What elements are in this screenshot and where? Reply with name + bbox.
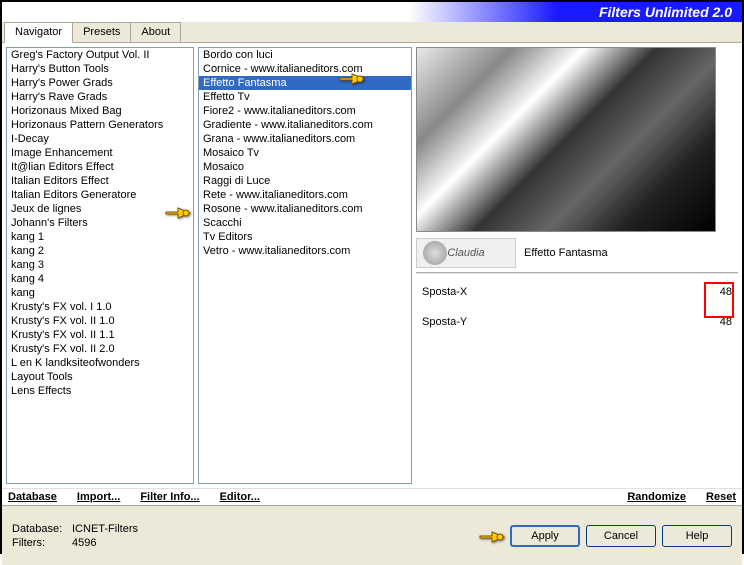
filter-item[interactable]: Rosone - www.italianeditors.com (199, 202, 411, 216)
filter-item[interactable]: Scacchi (199, 216, 411, 230)
filter-item[interactable]: Tv Editors (199, 230, 411, 244)
tab-about[interactable]: About (130, 22, 181, 42)
category-item[interactable]: Layout Tools (7, 370, 193, 384)
slider-spostax[interactable] (416, 300, 738, 314)
category-item[interactable]: I-Decay (7, 132, 193, 146)
category-item[interactable]: It@lian Editors Effect (7, 160, 193, 174)
filter-item[interactable]: Fiore2 - www.italianeditors.com (199, 104, 411, 118)
reset-button[interactable]: Reset (706, 491, 736, 503)
filters-count-value: 4596 (72, 537, 96, 549)
filter-item[interactable]: Raggi di Luce (199, 174, 411, 188)
title-bar: Filters Unlimited 2.0 (2, 2, 742, 22)
filter-item[interactable]: Rete - www.italianeditors.com (199, 188, 411, 202)
apply-button[interactable]: Apply (510, 525, 580, 547)
tab-navigator[interactable]: Navigator (4, 22, 73, 43)
category-item[interactable]: Lens Effects (7, 384, 193, 398)
main-content: Greg's Factory Output Vol. IIHarry's But… (2, 43, 742, 488)
category-item[interactable]: Krusty's FX vol. II 1.0 (7, 314, 193, 328)
current-filter-name: Effetto Fantasma (524, 247, 738, 259)
category-item[interactable]: Harry's Button Tools (7, 62, 193, 76)
category-item[interactable]: Horizonaus Mixed Bag (7, 104, 193, 118)
category-item[interactable]: Krusty's FX vol. I 1.0 (7, 300, 193, 314)
database-button[interactable]: Database (8, 491, 57, 503)
filter-item[interactable]: Cornice - www.italianeditors.com (199, 62, 411, 76)
param-label-spostay: Sposta-Y (422, 316, 467, 328)
filter-item[interactable]: Grana - www.italianeditors.com (199, 132, 411, 146)
category-item[interactable]: Krusty's FX vol. II 1.1 (7, 328, 193, 342)
filterinfo-button[interactable]: Filter Info... (140, 491, 199, 503)
category-item[interactable]: kang 4 (7, 272, 193, 286)
category-item[interactable]: Harry's Rave Grads (7, 90, 193, 104)
filter-item[interactable]: Gradiente - www.italianeditors.com (199, 118, 411, 132)
category-item[interactable]: kang (7, 286, 193, 300)
category-item[interactable]: Image Enhancement (7, 146, 193, 160)
category-item[interactable]: Italian Editors Effect (7, 174, 193, 188)
filter-item[interactable]: Mosaico Tv (199, 146, 411, 160)
filter-item[interactable]: Effetto Fantasma (199, 76, 411, 90)
filter-item[interactable]: Bordo con luci (199, 48, 411, 62)
category-item[interactable]: Greg's Factory Output Vol. II (7, 48, 193, 62)
app-title: Filters Unlimited 2.0 (599, 4, 732, 20)
database-label: Database: (12, 523, 66, 535)
filter-list[interactable]: Bordo con luciCornice - www.italianedito… (198, 47, 412, 484)
filter-item[interactable]: Mosaico (199, 160, 411, 174)
brand-logo: Claudia (416, 238, 516, 268)
import-button[interactable]: Import... (77, 491, 120, 503)
category-item[interactable]: Horizonaus Pattern Generators (7, 118, 193, 132)
params-panel: Sposta-X 48 Sposta-Y 48 (416, 284, 738, 484)
category-item[interactable]: Harry's Power Grads (7, 76, 193, 90)
action-row: Database Import... Filter Info... Editor… (2, 488, 742, 505)
filter-item[interactable]: Vetro - www.italianeditors.com (199, 244, 411, 258)
database-value: ICNET-Filters (72, 523, 138, 535)
divider (416, 272, 738, 274)
filters-count-label: Filters: (12, 537, 66, 549)
highlight-box (704, 282, 734, 318)
category-item[interactable]: kang 1 (7, 230, 193, 244)
param-label-spostax: Sposta-X (422, 286, 467, 298)
randomize-button[interactable]: Randomize (627, 491, 686, 503)
status-bar: Database: ICNET-Filters Filters: 4596 Ap… (2, 505, 742, 565)
filter-item[interactable]: Effetto Tv (199, 90, 411, 104)
tab-bar: Navigator Presets About (2, 22, 742, 43)
category-item[interactable]: Italian Editors Generatore (7, 188, 193, 202)
tab-presets[interactable]: Presets (72, 22, 131, 42)
category-item[interactable]: kang 3 (7, 258, 193, 272)
help-button[interactable]: Help (662, 525, 732, 547)
category-item[interactable]: Johann's Filters (7, 216, 193, 230)
editor-button[interactable]: Editor... (220, 491, 260, 503)
slider-spostay[interactable] (416, 330, 738, 344)
category-item[interactable]: kang 2 (7, 244, 193, 258)
category-item[interactable]: L en K landksiteofwonders (7, 356, 193, 370)
category-item[interactable]: Krusty's FX vol. II 2.0 (7, 342, 193, 356)
category-list[interactable]: Greg's Factory Output Vol. IIHarry's But… (6, 47, 194, 484)
cancel-button[interactable]: Cancel (586, 525, 656, 547)
preview-image (416, 47, 716, 232)
category-item[interactable]: Jeux de lignes (7, 202, 193, 216)
